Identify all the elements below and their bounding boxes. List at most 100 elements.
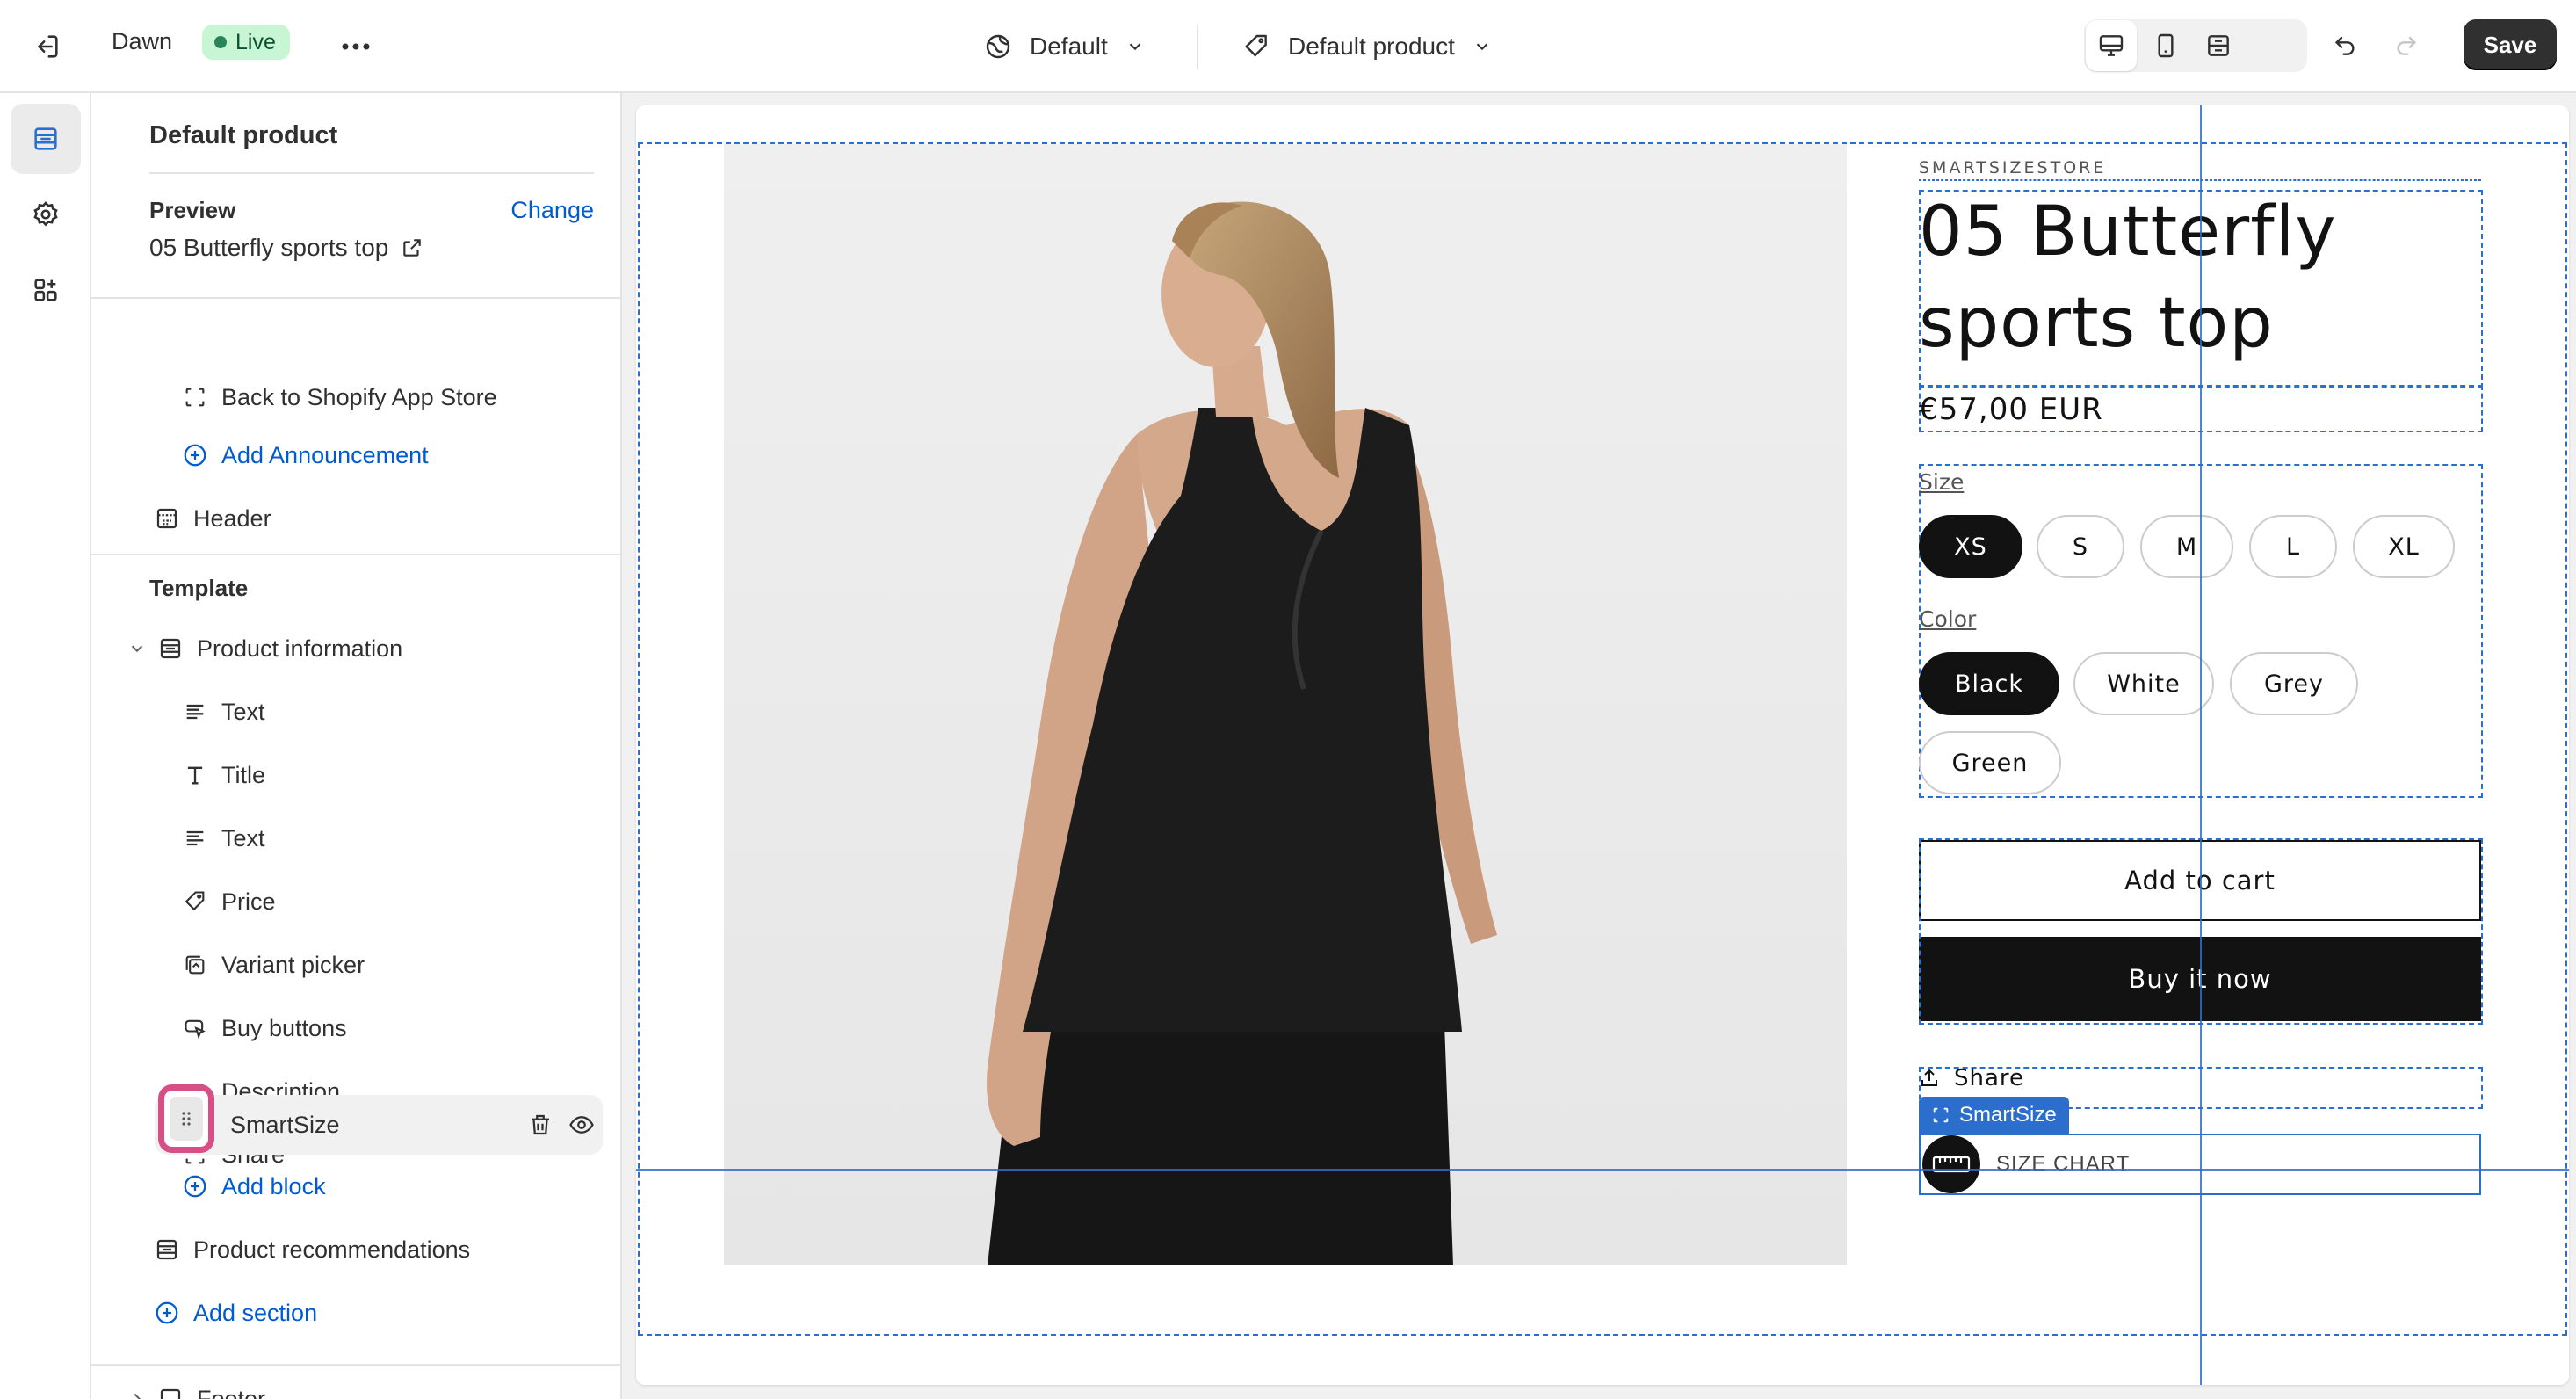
- full-width-view-button[interactable]: [2193, 20, 2244, 71]
- sidebar-item-partial[interactable]: Back to Shopify App Store: [91, 367, 620, 427]
- buy-button-icon: [181, 1014, 209, 1042]
- block-label: Text: [221, 698, 265, 725]
- chevron-down-icon: [1476, 43, 1488, 51]
- fullscreen-icon: [2208, 35, 2229, 56]
- smartsize-block-tag[interactable]: SmartSize: [1919, 1097, 2069, 1134]
- preview-product-link[interactable]: 05 Butterfly sports top: [149, 234, 423, 262]
- plus-circle-icon: [153, 1299, 181, 1327]
- template-selector[interactable]: Default product: [1242, 23, 1492, 70]
- plus-circle-icon: [181, 1172, 209, 1200]
- size-chart-label: SIZE CHART: [1996, 1152, 2131, 1176]
- block-item-smartsize[interactable]: SmartSize: [155, 1095, 603, 1155]
- sidebar-item-label: Back to Shopify App Store: [221, 383, 497, 410]
- sidebar-item-product-recommendations[interactable]: Product recommendations: [91, 1220, 620, 1279]
- block-item-buy-buttons[interactable]: Buy buttons: [91, 998, 620, 1058]
- divider: [149, 172, 594, 174]
- title-icon: [181, 761, 209, 789]
- color-option-black[interactable]: Black: [1919, 652, 2059, 715]
- more-actions-icon[interactable]: [336, 26, 376, 67]
- preview-canvas[interactable]: SMARTSIZESTORE 05 Butterfly sports top €…: [636, 105, 2569, 1385]
- divider: [1197, 25, 1198, 69]
- add-announcement-label: Add Announcement: [221, 441, 429, 468]
- block-item-price[interactable]: Price: [91, 872, 620, 931]
- product-image[interactable]: [724, 144, 1847, 1265]
- model-photo-illustration: [724, 144, 1847, 1265]
- size-label: Size: [1919, 469, 1965, 495]
- size-option-s[interactable]: S: [2037, 515, 2124, 578]
- sidebar-item-label: Product information: [197, 634, 403, 662]
- add-announcement-button[interactable]: Add Announcement: [91, 425, 620, 485]
- size-option-m[interactable]: M: [2140, 515, 2233, 578]
- product-vendor: SMARTSIZESTORE: [1919, 158, 2107, 178]
- gear-icon: [33, 201, 58, 227]
- size-option-xs[interactable]: XS: [1919, 515, 2022, 578]
- color-option-grey[interactable]: Grey: [2230, 652, 2358, 715]
- sidebar-item-label: Header: [193, 504, 271, 532]
- left-rail: [0, 93, 91, 1399]
- sidebar-item-header[interactable]: Header: [91, 489, 620, 548]
- add-block-button[interactable]: Add block: [91, 1156, 620, 1216]
- size-option-xl[interactable]: XL: [2353, 515, 2455, 578]
- block-item-text[interactable]: Text: [91, 808, 620, 868]
- block-item-variant-picker[interactable]: Variant picker: [91, 935, 620, 995]
- template-group-label: Template: [149, 575, 249, 601]
- sections-icon: [34, 127, 57, 150]
- chevron-down-icon: [1129, 43, 1140, 51]
- mobile-icon: [2158, 33, 2174, 58]
- sections-rail-button[interactable]: [11, 104, 81, 174]
- mobile-view-button[interactable]: [2140, 20, 2191, 71]
- live-dot-icon: [214, 36, 227, 48]
- block-frame-icon: [1933, 1107, 1949, 1123]
- change-preview-link[interactable]: Change: [510, 197, 594, 224]
- alignment-guide-horizontal: [636, 1169, 2569, 1171]
- color-option-green[interactable]: Green: [1919, 731, 2061, 794]
- block-label: Title: [221, 761, 266, 788]
- theme-preset-selector[interactable]: Default: [984, 23, 1145, 70]
- add-section-button[interactable]: Add section: [91, 1283, 620, 1343]
- sidebar-item-footer[interactable]: Footer: [91, 1369, 620, 1399]
- block-item-text[interactable]: Text: [91, 682, 620, 742]
- product-section-icon: [156, 634, 185, 663]
- preview-product-name: 05 Butterfly sports top: [149, 234, 389, 261]
- plus-circle-icon: [181, 441, 209, 469]
- header-section-icon: [153, 504, 181, 533]
- undo-icon: [2334, 36, 2355, 55]
- block-label: Price: [221, 888, 276, 915]
- app-embeds-rail-button[interactable]: [11, 255, 81, 325]
- delete-icon[interactable]: [527, 1112, 554, 1144]
- drag-handle[interactable]: [158, 1084, 214, 1153]
- live-badge: Live: [202, 25, 290, 60]
- share-button[interactable]: Share: [1919, 1065, 2024, 1091]
- chevron-right-icon: [123, 1385, 151, 1399]
- exit-icon[interactable]: [26, 26, 67, 67]
- sidebar-item-label: Footer: [197, 1385, 266, 1399]
- ruler-icon: [1922, 1135, 1980, 1193]
- size-option-l[interactable]: L: [2249, 515, 2337, 578]
- apps-icon: [34, 279, 57, 301]
- block-label: SmartSize: [230, 1111, 340, 1138]
- smartsize-tag-label: SmartSize: [1959, 1103, 2057, 1127]
- variant-picker-icon: [181, 951, 209, 979]
- undo-button[interactable]: [2319, 19, 2370, 70]
- add-block-label: Add block: [221, 1172, 326, 1200]
- section-icon: [153, 1236, 181, 1264]
- desktop-view-button[interactable]: [2086, 20, 2137, 71]
- text-lines-icon: [181, 698, 209, 726]
- sidebar-item-label: Product recommendations: [193, 1236, 471, 1263]
- drag-dots-icon: [170, 1097, 203, 1141]
- top-bar: Dawn Live Default Default product Save: [0, 0, 2576, 93]
- block-item-title[interactable]: Title: [91, 745, 620, 805]
- sidebar-item-product-information[interactable]: Product information: [91, 619, 620, 678]
- block-icon: [181, 383, 209, 411]
- color-option-white[interactable]: White: [2073, 652, 2214, 715]
- eye-icon[interactable]: [568, 1112, 596, 1144]
- save-button[interactable]: Save: [2464, 19, 2557, 70]
- viewport-switcher: [2084, 19, 2307, 72]
- text-lines-icon: [181, 824, 209, 852]
- redo-button[interactable]: [2381, 19, 2432, 70]
- divider: [91, 1364, 620, 1366]
- sidebar-header: Default product Preview Change 05 Butter…: [91, 93, 620, 299]
- sections-sidebar: Back to Shopify App Store Add Announceme…: [91, 93, 622, 1399]
- theme-preset-label: Default: [1030, 33, 1108, 60]
- theme-settings-rail-button[interactable]: [11, 179, 81, 250]
